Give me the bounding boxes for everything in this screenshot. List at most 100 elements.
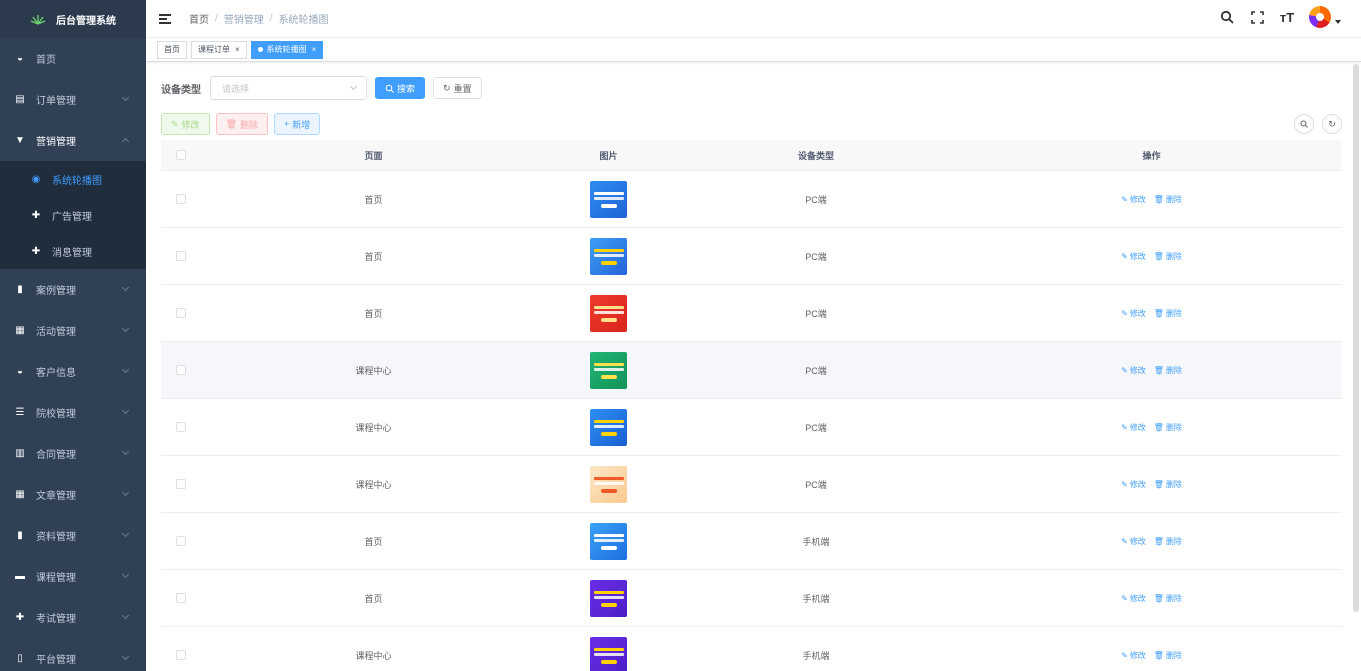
sidebar-item[interactable]: ▥ 合同管理: [0, 433, 146, 474]
table-row[interactable]: 首页 PC端 ✎ 修改 🗑︎ 删除: [161, 171, 1342, 228]
row-edit-link[interactable]: ✎ 修改: [1121, 251, 1146, 262]
banner-thumbnail[interactable]: [590, 522, 627, 560]
sidebar-item[interactable]: ◒ 客户信息: [0, 351, 146, 392]
close-icon[interactable]: ×: [235, 42, 240, 58]
row-delete-link[interactable]: 🗑︎ 删除: [1154, 536, 1182, 547]
toggle-search-button[interactable]: [1294, 114, 1314, 134]
row-delete-link[interactable]: 🗑︎ 删除: [1154, 251, 1182, 262]
font-size-icon[interactable]: ᴛT: [1279, 9, 1295, 25]
sidebar-item[interactable]: ◒ 首页: [0, 38, 146, 79]
banner-thumbnail[interactable]: [590, 636, 627, 671]
tag-banner[interactable]: 系统轮播图 ×: [250, 40, 324, 59]
row-edit-link[interactable]: ✎ 修改: [1121, 479, 1146, 490]
row-checkbox[interactable]: [176, 308, 186, 318]
delete-button[interactable]: 🗑︎ 删除: [215, 113, 269, 135]
cell-page: 课程中心: [355, 422, 392, 433]
row-edit-link[interactable]: ✎ 修改: [1121, 194, 1146, 205]
table-row[interactable]: 首页 手机端 ✎ 修改 🗑︎ 删除: [161, 570, 1342, 627]
row-checkbox[interactable]: [176, 593, 186, 603]
sidebar-subitem[interactable]: ✚ 广告管理: [0, 197, 146, 233]
page-scrollbar[interactable]: [1353, 64, 1359, 612]
chevron-down-icon[interactable]: [1335, 20, 1341, 24]
tag-home[interactable]: 首页: [157, 40, 187, 59]
thumb-button: [600, 488, 617, 493]
thumb-text-line: [593, 367, 624, 371]
table-row[interactable]: 课程中心 PC端 ✎ 修改 🗑︎ 删除: [161, 456, 1342, 513]
row-checkbox[interactable]: [176, 536, 186, 546]
sidebar-item-label: 资料管理: [36, 532, 76, 543]
row-edit-link[interactable]: ✎ 修改: [1121, 422, 1146, 433]
sidebar-item[interactable]: ☰ 院校管理: [0, 392, 146, 433]
cell-operations: ✎ 修改 🗑︎ 删除: [961, 308, 1342, 319]
fullscreen-icon[interactable]: [1249, 9, 1265, 25]
row-delete-link[interactable]: 🗑︎ 删除: [1154, 194, 1182, 205]
sidebar-item-label: 营销管理: [36, 137, 76, 148]
row-delete-link[interactable]: 🗑︎ 删除: [1154, 365, 1182, 376]
sidebar-item[interactable]: ▼ 营销管理: [0, 120, 146, 161]
sidebar-item[interactable]: ▮ 资料管理: [0, 515, 146, 556]
breadcrumb-item-marketing[interactable]: 营销管理: [224, 11, 264, 26]
table-row[interactable]: 首页 PC端 ✎ 修改 🗑︎ 删除: [161, 285, 1342, 342]
cell-page: 课程中心: [355, 365, 392, 376]
sidebar-subitem[interactable]: ✚ 消息管理: [0, 233, 146, 269]
banner-thumbnail[interactable]: [590, 351, 627, 389]
row-delete-link[interactable]: 🗑︎ 删除: [1154, 479, 1182, 490]
sidebar-item[interactable]: ▯ 平台管理: [0, 638, 146, 671]
avatar[interactable]: [1309, 6, 1331, 28]
hamburger-icon[interactable]: [159, 13, 171, 24]
select-all-checkbox[interactable]: [176, 150, 186, 160]
row-checkbox[interactable]: [176, 365, 186, 375]
row-delete-link[interactable]: 🗑︎ 删除: [1154, 422, 1182, 433]
close-icon[interactable]: ×: [312, 42, 317, 58]
search-icon[interactable]: [1219, 9, 1235, 25]
reset-button[interactable]: ↻ 重置: [433, 77, 482, 99]
table-row[interactable]: 课程中心 PC端 ✎ 修改 🗑︎ 删除: [161, 399, 1342, 456]
device-type-select[interactable]: 请选择: [210, 76, 367, 100]
tag-course-order[interactable]: 课程订单 ×: [191, 40, 247, 59]
sidebar-item[interactable]: ✚ 考试管理: [0, 597, 146, 638]
banner-thumbnail[interactable]: [590, 579, 627, 617]
banner-thumbnail[interactable]: [590, 180, 627, 218]
row-checkbox[interactable]: [176, 650, 186, 660]
banner-thumbnail[interactable]: [590, 465, 627, 503]
search-button[interactable]: 搜索: [375, 77, 426, 99]
breadcrumb-item-home[interactable]: 首页: [189, 11, 209, 26]
cell-device-type: 手机端: [802, 593, 830, 604]
row-edit-link[interactable]: ✎ 修改: [1121, 650, 1146, 661]
row-edit-link[interactable]: ✎ 修改: [1121, 536, 1146, 547]
sidebar-item[interactable]: ▤ 订单管理: [0, 79, 146, 120]
table-row[interactable]: 课程中心 手机端 ✎ 修改 🗑︎ 删除: [161, 627, 1342, 671]
row-delete-link[interactable]: 🗑︎ 删除: [1154, 650, 1182, 661]
table-tools: ↻: [1294, 114, 1342, 134]
dashboard-icon: ◒: [16, 366, 24, 377]
row-edit-link[interactable]: ✎ 修改: [1121, 308, 1146, 319]
row-checkbox[interactable]: [176, 422, 186, 432]
add-button[interactable]: + 新增: [274, 113, 321, 135]
row-edit-link[interactable]: ✎ 修改: [1121, 593, 1146, 604]
row-checkbox[interactable]: [176, 479, 186, 489]
banner-thumbnail[interactable]: [590, 237, 627, 275]
sidebar-subitem[interactable]: ◉ 系统轮播图: [0, 161, 146, 197]
row-delete-link[interactable]: 🗑︎ 删除: [1154, 308, 1182, 319]
logo[interactable]: 后台管理系统: [0, 0, 146, 38]
cell-image: [546, 237, 671, 275]
banner-thumbnail[interactable]: [590, 408, 627, 446]
banner-thumbnail[interactable]: [590, 294, 627, 332]
sidebar-item[interactable]: ▦ 文章管理: [0, 474, 146, 515]
row-edit-link[interactable]: ✎ 修改: [1121, 365, 1146, 376]
sidebar-item[interactable]: ▦ 活动管理: [0, 310, 146, 351]
table-row[interactable]: 首页 PC端 ✎ 修改 🗑︎ 删除: [161, 228, 1342, 285]
row-checkbox[interactable]: [176, 251, 186, 261]
thumb-text-line: [593, 191, 624, 195]
sidebar-item[interactable]: ▮ 案例管理: [0, 269, 146, 310]
refresh-button[interactable]: ↻: [1322, 114, 1342, 134]
table-row[interactable]: 课程中心 PC端 ✎ 修改 🗑︎ 删除: [161, 342, 1342, 399]
row-checkbox[interactable]: [176, 194, 186, 204]
sidebar-item[interactable]: ▬ 课程管理: [0, 556, 146, 597]
row-delete-label: 删除: [1165, 650, 1182, 660]
table-row[interactable]: 首页 手机端 ✎ 修改 🗑︎ 删除: [161, 513, 1342, 570]
edit-button[interactable]: ✎ 修改: [161, 113, 210, 135]
thumb-text-line: [593, 419, 624, 423]
search-form: 设备类型 请选择 搜索 ↻ 重置: [161, 76, 482, 100]
row-delete-link[interactable]: 🗑︎ 删除: [1154, 593, 1182, 604]
